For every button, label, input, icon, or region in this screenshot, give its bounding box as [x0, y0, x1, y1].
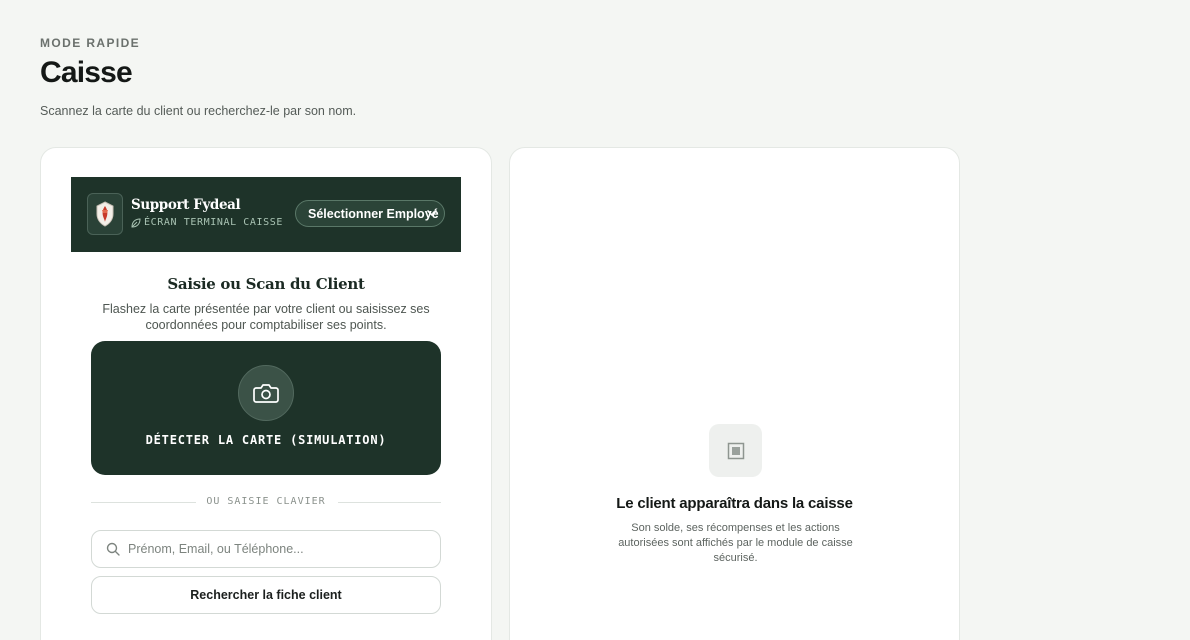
shield-logo-icon — [96, 201, 114, 227]
empty-state-badge — [709, 424, 762, 477]
employee-select-value: Sélectionner Employé — [308, 206, 439, 221]
brand-name: Support Fydeal — [131, 197, 241, 213]
brand-subtitle-text: ÉCRAN TERMINAL CAISSE — [144, 217, 284, 228]
divider-right — [338, 502, 441, 503]
brand-subtitle: ÉCRAN TERMINAL CAISSE — [131, 217, 283, 228]
search-field[interactable] — [91, 530, 441, 568]
camera-badge — [238, 365, 294, 421]
chevron-down-icon — [427, 210, 437, 216]
client-panel: Le client apparaîtra dans la caisse Son … — [509, 147, 960, 640]
page-title: Caisse — [40, 56, 133, 89]
detect-card-button[interactable]: DÉTECTER LA CARTE (SIMULATION) — [91, 341, 441, 475]
scan-title: Saisie ou Scan du Client — [167, 275, 365, 293]
brand-logo — [87, 193, 123, 235]
scan-panel: Support Fydeal ÉCRAN TERMINAL CAISSE Sél… — [40, 147, 492, 640]
scan-description: Flashez la carte présentée par votre cli… — [102, 302, 430, 332]
search-client-button[interactable]: Rechercher la fiche client — [91, 576, 441, 614]
eyebrow: MODE RAPIDE — [40, 36, 141, 50]
employee-select[interactable]: Sélectionner Employé — [295, 200, 445, 227]
camera-icon — [253, 384, 279, 403]
page-subtitle: Scannez la carte du client ou recherchez… — [40, 104, 357, 118]
detect-card-label: DÉTECTER LA CARTE (SIMULATION) — [145, 433, 387, 447]
terminal-header: Support Fydeal ÉCRAN TERMINAL CAISSE Sél… — [71, 177, 461, 252]
empty-state-description: Son solde, ses récompenses et les action… — [618, 522, 853, 564]
search-input[interactable] — [128, 542, 440, 556]
empty-state-title: Le client apparaîtra dans la caisse — [616, 495, 853, 512]
leaf-icon — [131, 217, 141, 228]
terminal-icon — [727, 442, 744, 459]
search-icon — [106, 542, 120, 556]
